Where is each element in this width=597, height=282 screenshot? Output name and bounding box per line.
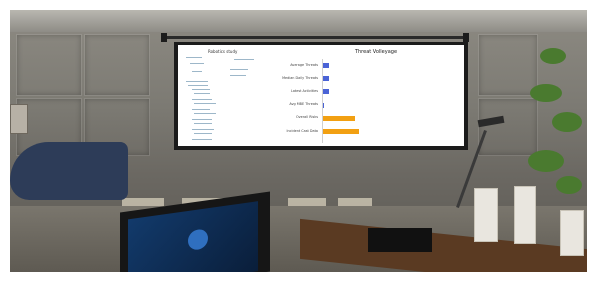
projector-rod-cap (161, 33, 167, 42)
chart-bar (323, 115, 355, 121)
doc-line (194, 133, 212, 134)
wall-picture (10, 104, 28, 134)
plant-leaf (556, 176, 582, 194)
plant-leaf (530, 84, 562, 102)
ceiling (10, 10, 587, 32)
doc-line (234, 59, 254, 60)
chart-bar (323, 76, 329, 82)
chart-bar (323, 129, 359, 134)
projection-screen: Robotics study Threat Volleyage Average (174, 42, 468, 150)
doc-line (192, 129, 214, 130)
doc-line (188, 85, 208, 86)
book (514, 186, 536, 244)
doc-line (192, 89, 210, 90)
plant-leaf (528, 150, 564, 172)
projector-rod-cap (463, 33, 469, 42)
virtual-room-scene: Robotics study Threat Volleyage Average (0, 0, 597, 282)
chart-category-label: Avg MBE Threats (289, 102, 318, 107)
chart-bar (323, 102, 325, 108)
doc-line (190, 63, 204, 64)
plant-leaf (540, 48, 566, 64)
chart-category-label: Overall Risks (296, 115, 318, 120)
doc-line (192, 139, 212, 140)
doc-line (192, 71, 202, 72)
doc-line (230, 69, 248, 70)
doc-line (192, 99, 212, 100)
doc-line (194, 93, 210, 94)
black-device (368, 228, 432, 252)
doc-line (186, 57, 202, 58)
doc-line (230, 75, 246, 76)
book (560, 210, 584, 256)
wall-panel (478, 98, 538, 156)
projection-content: Robotics study Threat Volleyage Average (178, 45, 464, 146)
doc-line (194, 123, 212, 124)
doc-line (192, 119, 212, 120)
doc-line (186, 81, 208, 82)
doc-line (192, 109, 210, 110)
wall-panel (478, 34, 538, 96)
chart-title: Threat Volleyage (354, 49, 398, 55)
plant-leaf (552, 112, 582, 132)
wall-panel (84, 34, 150, 96)
projector-rod (164, 36, 468, 39)
chart-category-label: Latest Activities (290, 88, 318, 93)
doc-line (194, 103, 216, 104)
book (474, 188, 498, 242)
lounge-chair (10, 142, 128, 200)
laptop-screen (128, 201, 258, 282)
wall-panel (16, 34, 82, 96)
windows-logo-icon (188, 228, 208, 251)
doc-line (194, 113, 216, 114)
chart-bar (323, 89, 329, 95)
chart-bar (323, 63, 329, 68)
chart-category-label: Incident Cast Data (286, 128, 318, 133)
chart-category-label: Average Threats (290, 62, 318, 67)
chart-category-label: Median Daily Threats (282, 75, 318, 80)
